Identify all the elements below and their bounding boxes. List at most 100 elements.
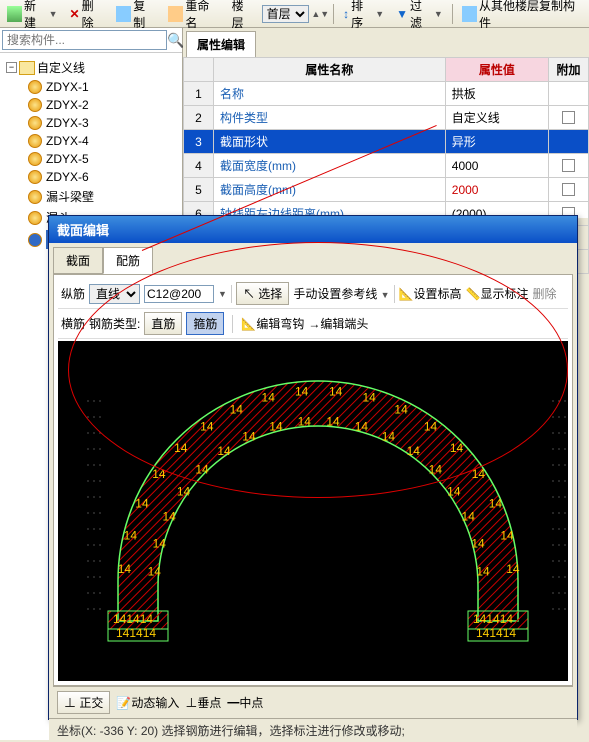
floor-select[interactable]: 首层 — [262, 5, 310, 23]
svg-text:141414: 141414 — [473, 612, 513, 626]
gear-icon — [28, 233, 42, 247]
prop-row-2[interactable]: 2构件类型自定义线 — [184, 106, 589, 130]
search-input[interactable] — [2, 30, 167, 50]
straight-button[interactable]: 直筋 — [144, 312, 182, 335]
tree-item-ZDYX-6[interactable]: ZDYX-6 — [4, 168, 178, 186]
svg-text:14: 14 — [174, 441, 188, 455]
gear-icon — [28, 98, 42, 112]
tree-item-漏斗梁壁[interactable]: 漏斗梁壁 — [4, 186, 178, 207]
svg-text:14: 14 — [177, 484, 191, 498]
floor-stepper[interactable]: ▲▼ — [311, 9, 329, 19]
svg-text:14: 14 — [152, 467, 166, 481]
delete-rebar-button[interactable]: 删除 — [533, 285, 557, 302]
set-elevation-button[interactable]: 📐设置标高 — [399, 285, 462, 302]
cursor-icon: ↖ — [243, 287, 255, 301]
spec-input[interactable] — [144, 285, 214, 303]
gear-icon — [28, 134, 42, 148]
svg-text:14: 14 — [394, 402, 408, 416]
svg-text:141414: 141414 — [113, 612, 153, 626]
mode-select[interactable]: 直线 — [89, 284, 140, 304]
svg-text:14: 14 — [200, 419, 214, 433]
extra-checkbox[interactable] — [562, 159, 575, 172]
dialog-tabs: 截面 配筋 — [49, 243, 577, 274]
extra-checkbox[interactable] — [562, 111, 575, 124]
tree-item-ZDYX-5[interactable]: ZDYX-5 — [4, 150, 178, 168]
zongji-label: 纵筋 — [61, 285, 85, 302]
edit-hook-button[interactable]: 📐编辑弯钩 — [241, 315, 304, 332]
dialog-content: 纵筋 直线 ▼ ↖ 选择 手动设置参考线 ▼ 📐设置标高 📏显示标注 删除 横筋… — [53, 274, 573, 686]
svg-text:14: 14 — [295, 385, 309, 399]
tree-root[interactable]: − 自定义线 — [4, 57, 178, 78]
col-value: 属性值 — [445, 58, 548, 82]
perpendicular-button[interactable]: ⊥垂点 — [185, 694, 221, 711]
extra-checkbox[interactable] — [562, 183, 575, 196]
svg-text:141414: 141414 — [116, 626, 156, 640]
svg-text:14: 14 — [429, 462, 443, 476]
prop-row-5[interactable]: 5截面高度(mm)2000 — [184, 178, 589, 202]
tab-section[interactable]: 截面 — [53, 247, 103, 274]
rebar-toolbar-1: 纵筋 直线 ▼ ↖ 选择 手动设置参考线 ▼ 📐设置标高 📏显示标注 删除 — [58, 279, 568, 309]
prop-row-3[interactable]: 3截面形状异形 — [184, 130, 589, 154]
midpoint-button[interactable]: ━中点 — [227, 694, 263, 711]
prop-tabs: 属性编辑 — [183, 28, 589, 57]
svg-text:14: 14 — [476, 565, 490, 579]
svg-text:14: 14 — [489, 497, 503, 511]
svg-text:14: 14 — [471, 536, 485, 550]
gear-icon — [28, 190, 42, 204]
svg-text:14: 14 — [450, 441, 464, 455]
tree-item-ZDYX-4[interactable]: ZDYX-4 — [4, 132, 178, 150]
svg-text:14: 14 — [195, 462, 209, 476]
collapse-icon[interactable]: − — [6, 62, 17, 73]
svg-text:14: 14 — [407, 444, 421, 458]
tree-item-ZDYX-2[interactable]: ZDYX-2 — [4, 96, 178, 114]
gear-icon — [28, 170, 42, 184]
property-panel: 属性编辑 属性名称 属性值 附加 1名称拱板2构件类型自定义线3截面形状异形4截… — [183, 28, 589, 218]
tree-item-ZDYX-1[interactable]: ZDYX-1 — [4, 78, 178, 96]
svg-text:14: 14 — [424, 419, 438, 433]
search-icon[interactable]: 🔍 — [167, 30, 184, 50]
show-label-button[interactable]: 📏显示标注 — [466, 285, 529, 302]
status-bar: 坐标(X: -336 Y: 20) 选择钢筋进行编辑，选择标注进行修改或移动; — [49, 718, 577, 742]
manual-ref-button[interactable]: 手动设置参考线 ▼ — [293, 285, 389, 302]
dialog-title: 截面编辑 — [49, 216, 577, 243]
prop-row-1[interactable]: 1名称拱板 — [184, 82, 589, 106]
svg-text:14: 14 — [230, 402, 244, 416]
svg-text:14: 14 — [500, 529, 514, 543]
svg-text:14: 14 — [262, 391, 276, 405]
svg-text:14: 14 — [329, 385, 343, 399]
rebar-toolbar-2: 横筋 钢筋类型: 直筋 箍筋 📐编辑弯钩 →编辑端头 — [58, 309, 568, 339]
svg-text:14: 14 — [242, 429, 256, 443]
spec-dropdown[interactable]: ▼ — [218, 289, 227, 299]
ortho-button[interactable]: ⊥ 正交 — [57, 691, 110, 714]
svg-text:14: 14 — [153, 536, 167, 550]
gear-icon — [28, 80, 42, 94]
edit-end-button[interactable]: →编辑端头 — [308, 315, 368, 332]
folder-icon — [19, 61, 35, 75]
svg-text:14: 14 — [135, 497, 149, 511]
svg-text:14: 14 — [382, 429, 396, 443]
cad-canvas[interactable]: 1414141414141414141414141414141414141414… — [58, 341, 568, 681]
col-name: 属性名称 — [214, 58, 446, 82]
dynamic-input-button[interactable]: 📝动态输入 — [116, 694, 179, 711]
tab-property-edit[interactable]: 属性编辑 — [186, 31, 256, 57]
svg-text:14: 14 — [118, 562, 132, 576]
prop-row-4[interactable]: 4截面宽度(mm)4000 — [184, 154, 589, 178]
svg-text:141414: 141414 — [476, 626, 516, 640]
select-button[interactable]: ↖ 选择 — [236, 282, 289, 305]
search-bar: 🔍 — [0, 28, 182, 53]
svg-text:14: 14 — [506, 562, 520, 576]
svg-text:14: 14 — [447, 484, 461, 498]
dialog-bottom-bar: ⊥ 正交 📝动态输入 ⊥垂点 ━中点 — [53, 686, 573, 718]
svg-text:14: 14 — [148, 565, 162, 579]
gear-icon — [28, 211, 42, 225]
svg-text:14: 14 — [355, 420, 369, 434]
type-label: 钢筋类型: — [89, 315, 140, 332]
tree-item-ZDYX-3[interactable]: ZDYX-3 — [4, 114, 178, 132]
tab-rebar[interactable]: 配筋 — [103, 247, 153, 274]
svg-text:14: 14 — [269, 420, 283, 434]
stirrup-button[interactable]: 箍筋 — [186, 312, 224, 335]
hengji-label: 横筋 — [61, 315, 85, 332]
gear-icon — [28, 116, 42, 130]
svg-text:14: 14 — [326, 415, 340, 429]
svg-text:14: 14 — [462, 509, 476, 523]
